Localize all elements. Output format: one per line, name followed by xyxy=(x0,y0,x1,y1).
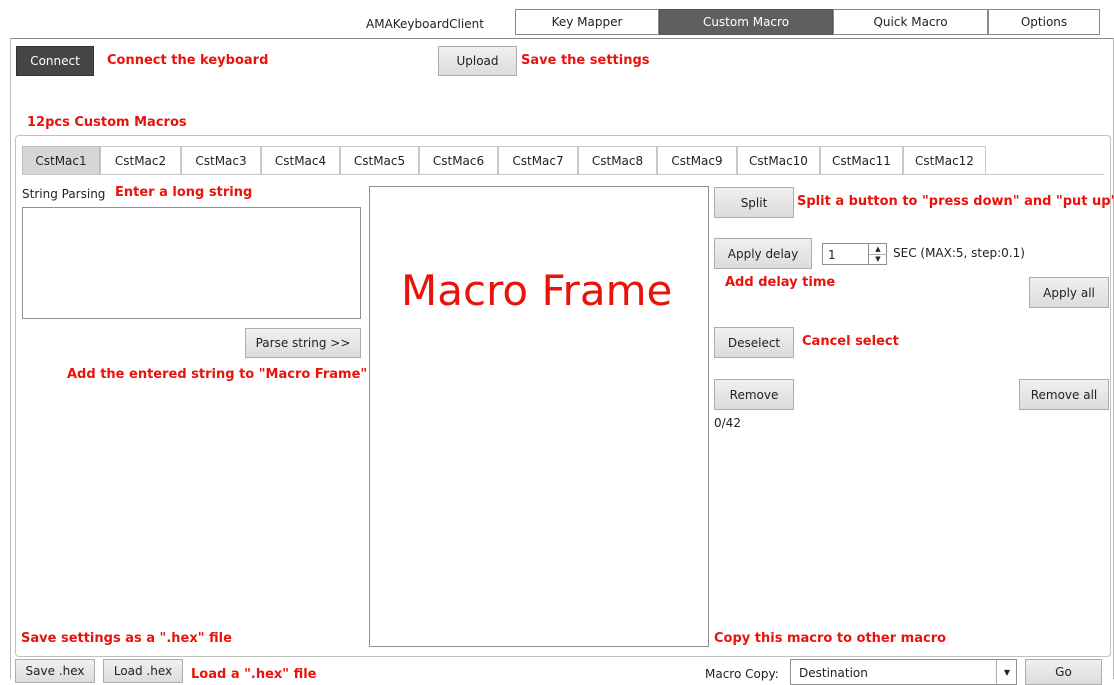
parse-note: Add the entered string to "Macro Frame" xyxy=(67,367,368,382)
parse-string-button[interactable]: Parse string >> xyxy=(245,328,361,358)
string-parsing-note: Enter a long string xyxy=(115,185,253,200)
tab-options[interactable]: Options xyxy=(988,9,1100,35)
apply-delay-button[interactable]: Apply delay xyxy=(714,238,812,269)
tab-cstmac7[interactable]: CstMac7 xyxy=(498,146,578,175)
split-button[interactable]: Split xyxy=(714,187,794,218)
save-hex-button[interactable]: Save .hex xyxy=(15,659,95,683)
tab-cstmac12[interactable]: CstMac12 xyxy=(903,146,986,175)
tab-cstmac9[interactable]: CstMac9 xyxy=(657,146,737,175)
tab-quick-macro[interactable]: Quick Macro xyxy=(833,9,988,35)
tab-cstmac2[interactable]: CstMac2 xyxy=(100,146,181,175)
load-hex-button[interactable]: Load .hex xyxy=(103,659,183,683)
connect-button[interactable]: Connect xyxy=(16,46,94,76)
tab-divider xyxy=(22,174,1104,175)
app-title: AMAKeyboardClient xyxy=(366,17,484,31)
macro-frame-list[interactable] xyxy=(369,186,709,647)
tab-cstmac6[interactable]: CstMac6 xyxy=(419,146,498,175)
macro-frame-overlay: Macro Frame xyxy=(401,266,673,315)
macro-count: 0/42 xyxy=(714,416,741,430)
delay-note: Add delay time xyxy=(725,275,836,290)
tab-cstmac11[interactable]: CstMac11 xyxy=(820,146,903,175)
upload-note: Save the settings xyxy=(521,53,650,68)
upload-button[interactable]: Upload xyxy=(438,46,517,76)
chevron-down-icon[interactable]: ▼ xyxy=(996,660,1017,684)
connect-note: Connect the keyboard xyxy=(107,53,269,68)
save-hex-note: Save settings as a ".hex" file xyxy=(21,631,232,646)
stepper-down-icon[interactable]: ▼ xyxy=(868,254,887,264)
deselect-note: Cancel select xyxy=(802,334,899,349)
apply-all-button[interactable]: Apply all xyxy=(1029,277,1109,308)
string-parsing-label: String Parsing xyxy=(22,187,106,201)
destination-value: Destination xyxy=(799,666,868,680)
split-note: Split a button to "press down" and "put … xyxy=(797,194,1114,209)
delay-unit: SEC (MAX:5, step:0.1) xyxy=(893,246,1025,260)
delay-stepper[interactable]: 1 ▲ ▼ xyxy=(822,243,887,265)
remove-all-button[interactable]: Remove all xyxy=(1019,379,1109,410)
tab-custom-macro[interactable]: Custom Macro xyxy=(659,9,833,35)
tab-cstmac3[interactable]: CstMac3 xyxy=(181,146,261,175)
tab-cstmac8[interactable]: CstMac8 xyxy=(578,146,657,175)
macro-copy-label: Macro Copy: xyxy=(705,667,779,681)
tab-cstmac1[interactable]: CstMac1 xyxy=(22,146,100,175)
tab-key-mapper[interactable]: Key Mapper xyxy=(515,9,659,35)
tab-cstmac4[interactable]: CstMac4 xyxy=(261,146,340,175)
tab-cstmac10[interactable]: CstMac10 xyxy=(737,146,820,175)
delay-value: 1 xyxy=(828,248,836,262)
string-input[interactable] xyxy=(22,207,361,319)
deselect-button[interactable]: Deselect xyxy=(714,327,794,358)
load-hex-note: Load a ".hex" file xyxy=(191,667,317,682)
destination-select[interactable]: Destination ▼ xyxy=(790,659,1017,685)
macro-copy-note: Copy this macro to other macro xyxy=(714,631,947,646)
remove-button[interactable]: Remove xyxy=(714,379,794,410)
tab-cstmac5[interactable]: CstMac5 xyxy=(340,146,419,175)
go-button[interactable]: Go xyxy=(1025,659,1102,685)
section-note: 12pcs Custom Macros xyxy=(27,115,187,130)
